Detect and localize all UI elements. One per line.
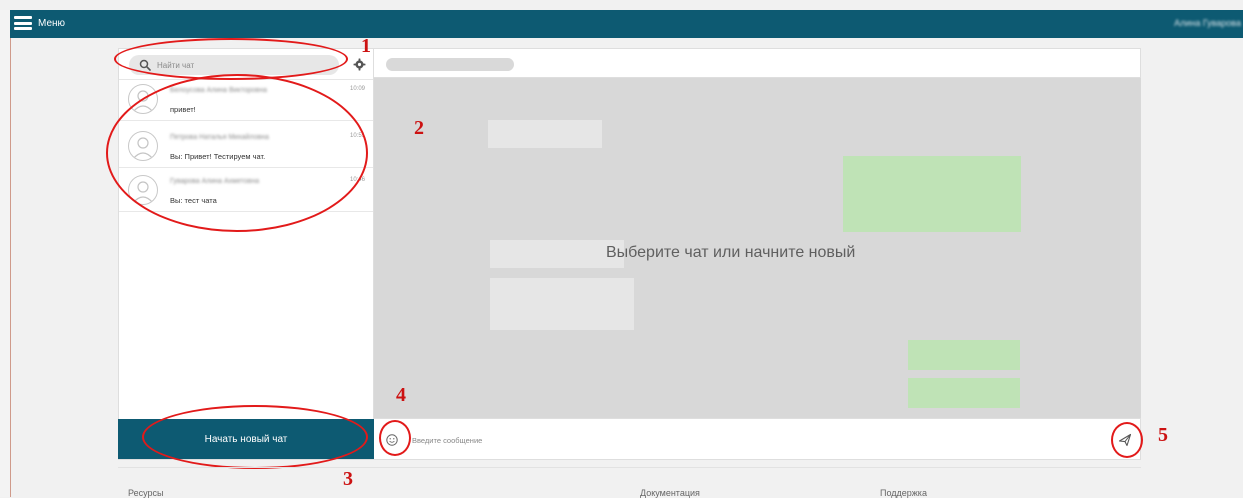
menu-button[interactable]: Меню: [14, 16, 65, 30]
chat-list-item[interactable]: Белоусова Алина Викторовна 10:09 привет!: [119, 80, 373, 121]
message-bubble-incoming: [490, 240, 624, 268]
chat-panel: Выберите чат или начните новый: [374, 48, 1141, 460]
hamburger-icon: [14, 16, 32, 30]
chat-contact-name: Гуварова Алина Ахметовна: [170, 178, 260, 185]
message-bubble-incoming: [490, 278, 634, 330]
chat-preview: привет!: [170, 105, 196, 114]
user-avatar-icon: [128, 131, 158, 161]
send-icon[interactable]: [1118, 433, 1132, 447]
annotation-number: 2: [414, 117, 424, 139]
chat-header: [374, 48, 1141, 78]
annotation-number: 1: [361, 35, 371, 57]
annotation-number: 5: [1158, 424, 1168, 446]
search-icon: [139, 59, 151, 71]
window-edge: [0, 10, 11, 497]
emoji-icon[interactable]: [386, 434, 398, 446]
chat-time: 10:51: [349, 133, 365, 139]
chat-time: 10:09: [349, 86, 365, 92]
chat-time: 10:46: [349, 177, 365, 183]
user-name[interactable]: Алина Гуварова: [1174, 18, 1241, 28]
message-composer: [374, 418, 1141, 460]
empty-state-text: Выберите чат или начните новый: [606, 244, 856, 261]
message-bubble-outgoing: [908, 340, 1020, 370]
user-avatar-icon: [128, 84, 158, 114]
new-chat-button[interactable]: Начать новый чат: [118, 419, 374, 459]
annotation-number: 4: [396, 384, 406, 406]
chat-preview: Вы: Привет! Тестируем чат.: [170, 152, 266, 161]
chat-list-item[interactable]: Гуварова Алина Ахметовна 10:46 Вы: тест …: [119, 171, 373, 212]
message-bubble-outgoing: [908, 378, 1020, 408]
message-input[interactable]: [412, 431, 1092, 449]
menu-label: Меню: [38, 17, 66, 29]
chat-preview: Вы: тест чата: [170, 196, 217, 205]
search-input[interactable]: [157, 57, 327, 73]
message-bubble-outgoing: [843, 156, 1021, 232]
search-box[interactable]: [129, 55, 339, 75]
footer-divider: [118, 467, 1141, 468]
user-avatar-icon: [128, 175, 158, 205]
chat-title-placeholder: [386, 58, 514, 71]
top-bar: Меню Алина Гуварова: [10, 10, 1243, 38]
chat-contact-name: Петрова Наталья Михайловна: [170, 134, 269, 141]
search-area: [119, 49, 373, 80]
message-area: Выберите чат или начните новый: [374, 78, 1141, 418]
chat-sidebar: Белоусова Алина Викторовна 10:09 привет!…: [118, 48, 374, 460]
chat-list-item[interactable]: Петрова Наталья Михайловна 10:51 Вы: При…: [119, 127, 373, 168]
chat-contact-name: Белоусова Алина Викторовна: [170, 87, 267, 94]
annotation-number: 3: [343, 468, 353, 490]
message-bubble-incoming: [488, 120, 602, 148]
gear-icon[interactable]: [353, 58, 366, 71]
